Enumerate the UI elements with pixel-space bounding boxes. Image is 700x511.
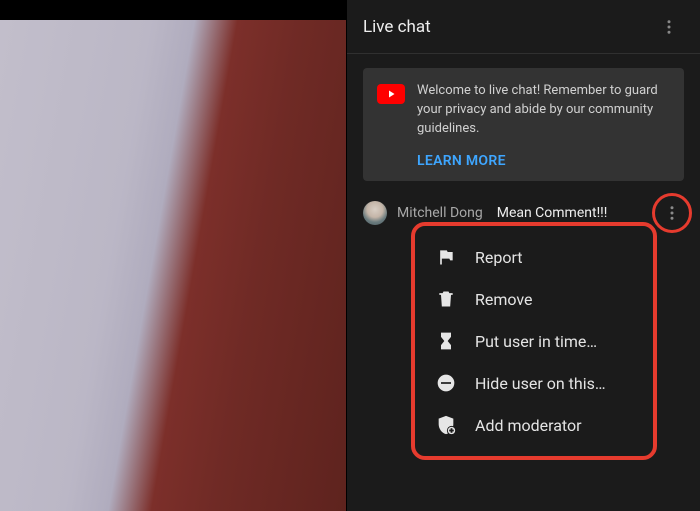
video-frame [0,20,346,511]
welcome-banner: Welcome to live chat! Remember to guard … [363,68,684,181]
menu-item-hide-user[interactable]: Hide user on this… [415,362,653,404]
menu-item-report[interactable]: Report [415,236,653,278]
message-context-menu: Report Remove Put user in time… Hide use… [415,236,653,446]
welcome-body: Welcome to live chat! Remember to guard … [417,82,670,169]
menu-item-timeout[interactable]: Put user in time… [415,320,653,362]
video-player[interactable] [0,0,346,511]
menu-item-remove[interactable]: Remove [415,278,653,320]
live-chat-panel: Live chat Welcome to live chat! Remember… [346,0,700,511]
chat-message: Mitchell Dong Mean Comment!!! [347,187,700,239]
avatar [363,201,387,225]
block-icon [435,372,457,394]
message-context-menu-highlight: Report Remove Put user in time… Hide use… [411,222,657,460]
chat-header: Live chat [347,0,700,54]
message-author: Mitchell Dong [397,205,483,221]
message-options-button[interactable] [659,200,685,226]
message-menu-wrap [656,197,688,229]
menu-item-label: Remove [475,290,533,309]
trash-icon [435,288,457,310]
menu-item-label: Add moderator [475,416,582,435]
hourglass-icon [435,330,457,352]
flag-icon [435,246,457,268]
welcome-text: Welcome to live chat! Remember to guard … [417,82,670,139]
menu-item-add-moderator[interactable]: Add moderator [415,404,653,446]
menu-item-label: Put user in time… [475,332,597,351]
chat-title: Live chat [363,17,654,37]
menu-item-label: Report [475,248,523,267]
message-text: Mean Comment!!! [497,205,608,221]
learn-more-link[interactable]: LEARN MORE [417,153,670,169]
more-vert-icon [663,204,681,222]
shield-add-icon [435,414,457,436]
chat-options-button[interactable] [654,12,684,42]
youtube-icon [377,84,405,104]
menu-item-label: Hide user on this… [475,374,606,393]
more-vert-icon [660,18,678,36]
